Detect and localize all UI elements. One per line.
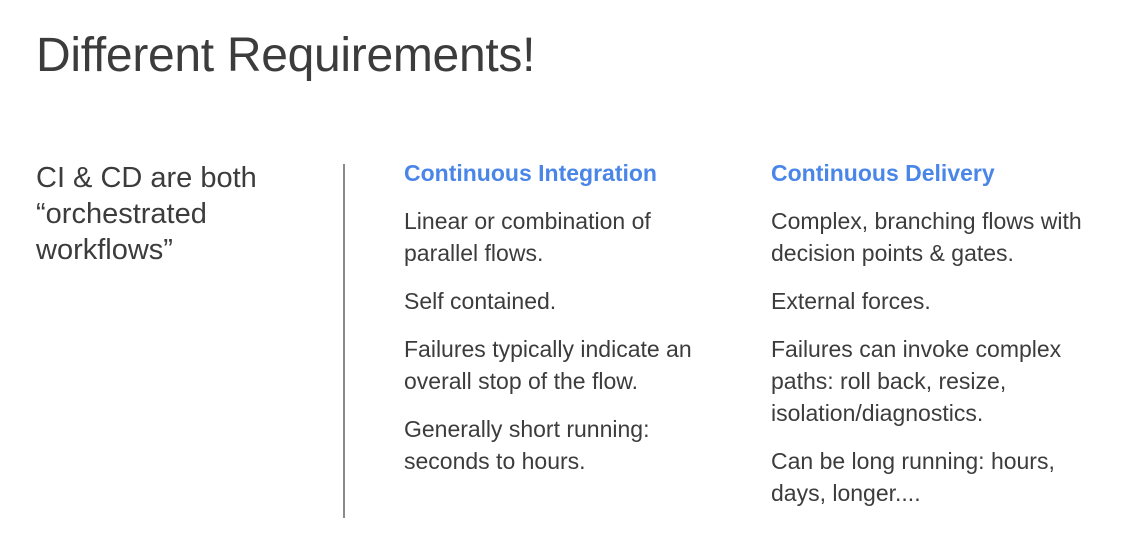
cd-point: Failures can invoke complex paths: roll … <box>771 333 1131 429</box>
ci-point: Generally short running: seconds to hour… <box>404 413 734 477</box>
point-line: Failures can invoke complex <box>771 336 1062 362</box>
point-line: days, longer.... <box>771 480 921 506</box>
ci-column: Continuous Integration Linear or combina… <box>404 157 734 493</box>
point-line: Self contained. <box>404 288 557 314</box>
point-line: overall stop of the flow. <box>404 368 638 394</box>
vertical-divider <box>343 164 345 518</box>
intro-line: “orchestrated <box>36 198 207 230</box>
point-line: decision points & gates. <box>771 240 1014 266</box>
point-line: External forces. <box>771 288 931 314</box>
cd-point: Complex, branching flows with decision p… <box>771 205 1131 269</box>
point-line: seconds to hours. <box>404 448 586 474</box>
cd-point: External forces. <box>771 285 1131 317</box>
ci-point: Linear or combination of parallel flows. <box>404 205 734 269</box>
point-line: Complex, branching flows with <box>771 208 1082 234</box>
point-line: Can be long running: hours, <box>771 448 1055 474</box>
intro-line: workflows” <box>36 234 173 266</box>
intro-statement: CI & CD are both “orchestrated workflows… <box>36 160 326 268</box>
ci-heading: Continuous Integration <box>404 160 657 186</box>
point-line: Generally short running: <box>404 416 650 442</box>
point-line: Failures typically indicate an <box>404 336 692 362</box>
ci-point: Failures typically indicate an overall s… <box>404 333 734 397</box>
cd-heading: Continuous Delivery <box>771 160 995 186</box>
point-line: parallel flows. <box>404 240 544 266</box>
cd-point: Can be long running: hours, days, longer… <box>771 445 1131 509</box>
point-line: isolation/diagnostics. <box>771 400 984 426</box>
ci-point: Self contained. <box>404 285 734 317</box>
cd-column: Continuous Delivery Complex, branching f… <box>771 157 1131 525</box>
intro-line: CI & CD are both <box>36 162 257 194</box>
slide-title: Different Requirements! <box>36 29 536 82</box>
point-line: Linear or combination of <box>404 208 651 234</box>
point-line: paths: roll back, resize, <box>771 368 1007 394</box>
